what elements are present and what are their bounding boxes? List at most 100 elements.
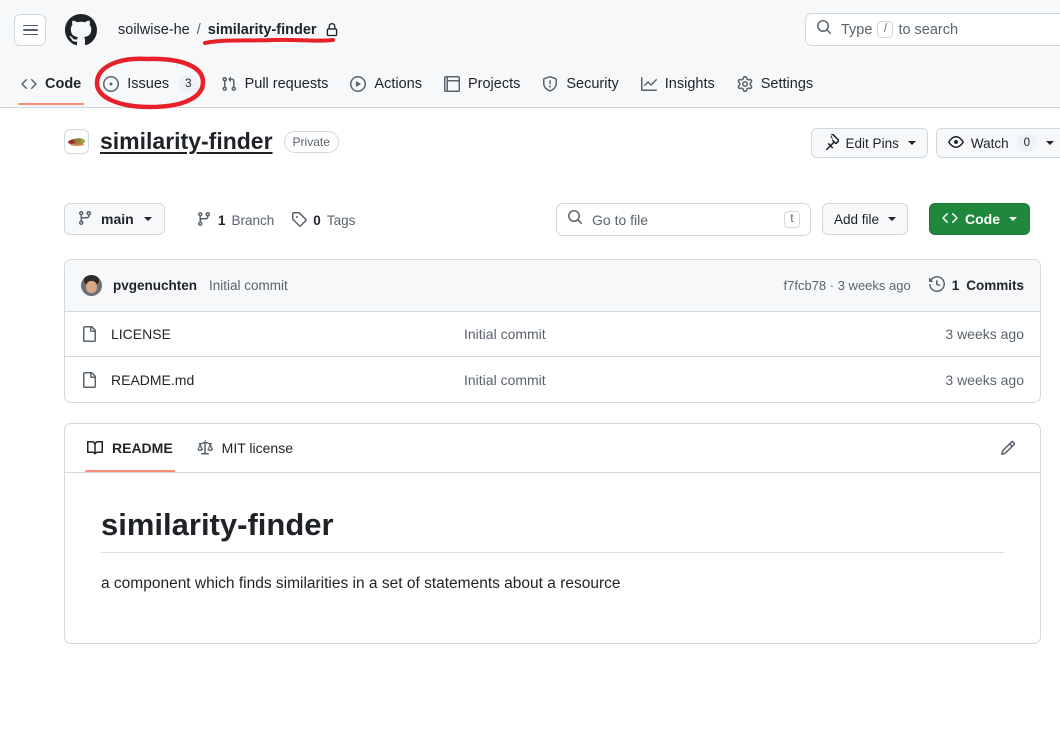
tab-settings-label: Settings bbox=[760, 75, 814, 92]
code-button[interactable]: Code bbox=[929, 203, 1030, 235]
git-pull-request-icon bbox=[221, 76, 237, 92]
search-key-hint: / bbox=[877, 21, 894, 38]
file-list-container: pvgenuchten Initial commit f7fcb78 · 3 w… bbox=[64, 259, 1041, 403]
breadcrumb-owner[interactable]: soilwise-he bbox=[118, 22, 190, 38]
repo-nav-tabs: Code Issues 3 Pull requests Actions Proj… bbox=[0, 60, 1060, 108]
table-icon bbox=[443, 75, 460, 92]
tag-count-label: Tags bbox=[326, 213, 356, 228]
tab-projects[interactable]: Projects bbox=[433, 60, 531, 108]
tab-issues-count: 3 bbox=[178, 74, 199, 93]
tab-projects-label: Projects bbox=[467, 75, 521, 92]
tab-code-label: Code bbox=[45, 75, 82, 92]
tab-pull-requests-label: Pull requests bbox=[244, 75, 329, 92]
edit-pins-label: Edit Pins bbox=[845, 135, 899, 151]
global-header: soilwise-he / similarity-finder Type / t… bbox=[0, 0, 1060, 60]
tab-mit-license-label: MIT license bbox=[221, 440, 293, 456]
latest-commit-bar: pvgenuchten Initial commit f7fcb78 · 3 w… bbox=[65, 260, 1040, 312]
tab-issues[interactable]: Issues 3 bbox=[92, 60, 209, 108]
hamburger-menu-icon[interactable] bbox=[14, 14, 46, 46]
tab-code[interactable]: Code bbox=[10, 60, 92, 108]
gear-icon bbox=[737, 75, 753, 92]
chevron-down-icon bbox=[1046, 141, 1054, 145]
file-commit-age: 3 weeks ago bbox=[945, 371, 1024, 388]
watch-button[interactable]: Watch 0 bbox=[935, 128, 1060, 158]
page-title[interactable]: similarity-finder bbox=[100, 128, 273, 155]
watch-label: Watch bbox=[970, 135, 1009, 151]
pin-icon bbox=[823, 133, 839, 153]
git-branch-icon bbox=[196, 211, 212, 230]
tab-insights[interactable]: Insights bbox=[630, 60, 726, 108]
branch-selector-button[interactable]: main bbox=[64, 203, 165, 235]
play-icon bbox=[350, 75, 367, 92]
tab-security[interactable]: Security bbox=[531, 60, 629, 108]
commits-count-label: Commits bbox=[966, 278, 1024, 293]
search-placeholder-after: to search bbox=[898, 21, 959, 38]
table-row[interactable]: LICENSE Initial commit 3 weeks ago bbox=[65, 312, 1040, 357]
readme-container: README MIT license similarity-finder a c… bbox=[64, 423, 1041, 644]
file-name[interactable]: README.md bbox=[111, 372, 464, 388]
tab-mit-license[interactable]: MIT license bbox=[185, 424, 305, 472]
repo-file-toolbar: main 1 Branch 0 Tags Go to file t Add fi… bbox=[0, 198, 1060, 246]
file-icon bbox=[81, 326, 97, 342]
tab-issues-label: Issues bbox=[127, 75, 170, 92]
lock-icon bbox=[325, 23, 339, 37]
tab-actions-label: Actions bbox=[374, 75, 422, 92]
branch-name-label: main bbox=[101, 211, 134, 227]
chevron-down-icon bbox=[143, 217, 152, 221]
file-commit-message[interactable]: Initial commit bbox=[464, 326, 945, 342]
search-icon bbox=[816, 19, 832, 40]
code-icon bbox=[942, 210, 958, 229]
add-file-label: Add file bbox=[834, 211, 880, 227]
org-avatar[interactable] bbox=[64, 129, 89, 154]
commits-count-value: 1 bbox=[951, 278, 960, 293]
repo-title-group: similarity-finder Private bbox=[64, 128, 339, 155]
go-to-file-placeholder: Go to file bbox=[592, 211, 649, 228]
visibility-badge: Private bbox=[283, 130, 339, 153]
law-icon bbox=[197, 440, 213, 456]
branch-count-label: Branch bbox=[231, 213, 275, 228]
readme-tab-bar: README MIT license bbox=[65, 424, 1040, 473]
table-row[interactable]: README.md Initial commit 3 weeks ago bbox=[65, 357, 1040, 402]
edit-pins-button[interactable]: Edit Pins bbox=[810, 128, 928, 158]
tab-readme-label: README bbox=[112, 440, 173, 456]
github-logo[interactable] bbox=[65, 14, 97, 46]
breadcrumb-separator: / bbox=[196, 22, 201, 38]
breadcrumb-repo[interactable]: similarity-finder bbox=[208, 22, 317, 38]
search-placeholder-before: Type bbox=[841, 21, 873, 38]
chevron-down-icon bbox=[888, 217, 897, 221]
file-name[interactable]: LICENSE bbox=[111, 326, 464, 342]
tab-actions[interactable]: Actions bbox=[339, 60, 433, 108]
go-to-file-input[interactable]: Go to file t bbox=[556, 203, 811, 236]
commit-hash-time[interactable]: f7fcb78 · 3 weeks ago bbox=[784, 278, 911, 293]
search-placeholder: Type / to search bbox=[841, 21, 958, 38]
commit-message[interactable]: Initial commit bbox=[209, 278, 288, 293]
readme-content: similarity-finder a component which find… bbox=[65, 473, 1040, 593]
code-button-label: Code bbox=[965, 211, 1000, 227]
commit-author[interactable]: pvgenuchten bbox=[113, 278, 197, 293]
pencil-icon[interactable] bbox=[1000, 440, 1030, 456]
issue-opened-icon bbox=[103, 75, 120, 92]
repo-ref-stats: 1 Branch 0 Tags bbox=[196, 211, 355, 230]
readme-paragraph: a component which finds similarities in … bbox=[101, 575, 621, 592]
code-icon bbox=[21, 76, 37, 92]
branch-count[interactable]: 1 Branch bbox=[196, 211, 274, 230]
github-repo-page: soilwise-he / similarity-finder Type / t… bbox=[0, 0, 1060, 731]
add-file-button[interactable]: Add file bbox=[822, 203, 909, 235]
watch-count: 0 bbox=[1016, 134, 1037, 152]
tab-pull-requests[interactable]: Pull requests bbox=[210, 60, 340, 108]
tag-count[interactable]: 0 Tags bbox=[291, 211, 355, 230]
graph-icon bbox=[640, 76, 657, 92]
shield-icon bbox=[542, 75, 558, 92]
branch-count-value: 1 bbox=[218, 213, 226, 228]
tab-settings[interactable]: Settings bbox=[726, 60, 824, 108]
tag-icon bbox=[291, 211, 308, 230]
git-branch-icon bbox=[77, 210, 93, 229]
file-commit-message[interactable]: Initial commit bbox=[464, 372, 945, 388]
commits-count-link[interactable]: 1 Commits bbox=[928, 275, 1024, 295]
chevron-down-icon bbox=[907, 141, 916, 145]
tab-insights-label: Insights bbox=[664, 75, 715, 92]
tab-readme[interactable]: README bbox=[75, 424, 185, 472]
file-icon bbox=[81, 371, 97, 388]
global-search-input[interactable]: Type / to search bbox=[805, 13, 1060, 46]
avatar[interactable] bbox=[81, 275, 102, 296]
